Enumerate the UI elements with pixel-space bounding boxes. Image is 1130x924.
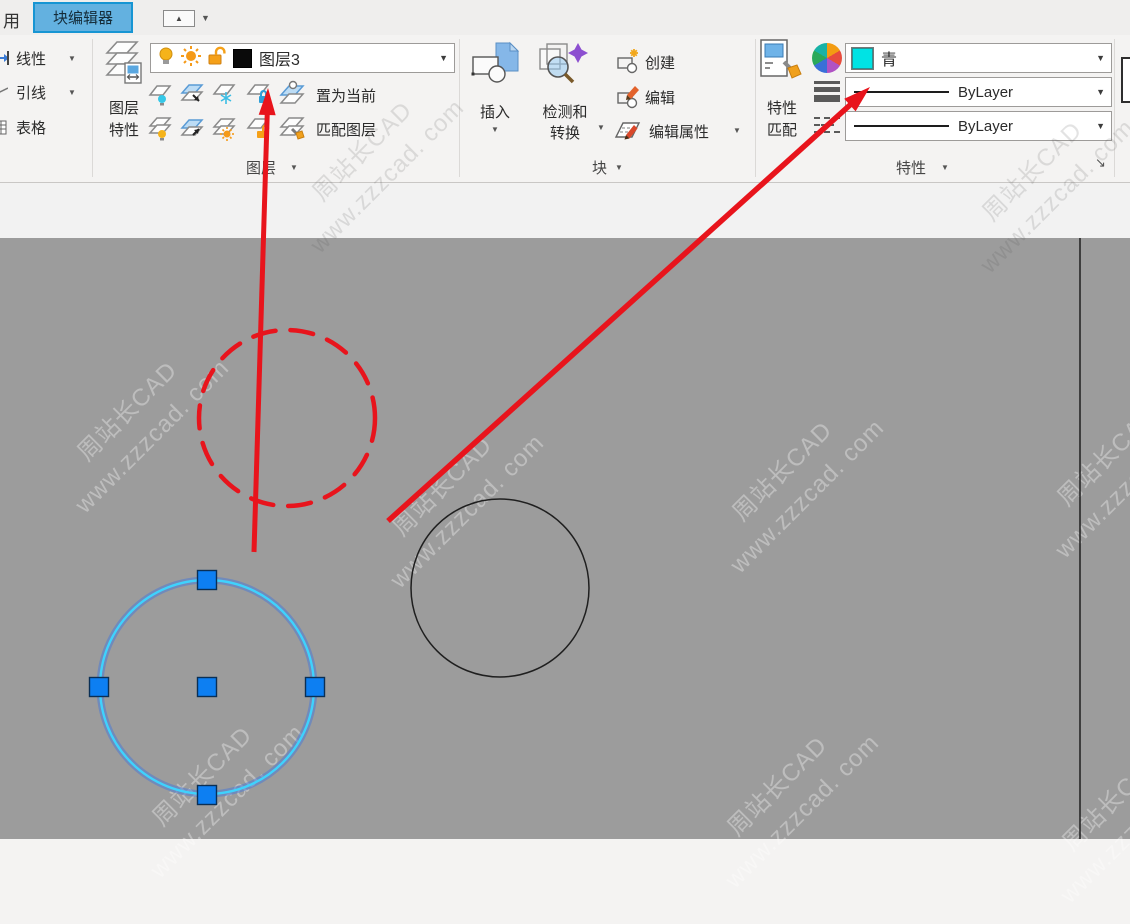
chevron-down-icon[interactable]: ▼	[597, 123, 605, 132]
detect-convert-button[interactable]: 检测和	[536, 101, 594, 122]
lineweight-icon[interactable]	[814, 79, 840, 103]
ribbon-tab-bar: 用 块编辑器 ▲ ▼	[0, 0, 1130, 35]
detect-convert-button-line2[interactable]: 转换	[536, 122, 594, 143]
linear-dimension-icon	[0, 51, 10, 70]
chevron-down-icon[interactable]: ▼	[941, 163, 949, 172]
next-panel-partial-button[interactable]	[1121, 57, 1130, 103]
chevron-down-icon: ▼	[439, 53, 448, 63]
tab-block-editor-label: 块编辑器	[53, 7, 113, 28]
edit-attributes-button[interactable]: 编辑属性	[649, 121, 709, 142]
leader-button[interactable]: 引线	[16, 82, 46, 103]
layer-set-current-button[interactable]	[278, 80, 306, 108]
triangle-up-icon: ▲	[175, 14, 183, 23]
tab-home-partial[interactable]: 用	[3, 7, 20, 32]
block-panel-label[interactable]: 块	[592, 157, 607, 178]
insert-button[interactable]: 插入	[468, 101, 522, 122]
lineweight-value: ByLayer	[958, 84, 1013, 101]
dialog-launcher-icon[interactable]: ↘	[1095, 155, 1106, 171]
linear-button[interactable]: 线性	[16, 48, 46, 69]
set-current-button[interactable]: 置为当前	[316, 85, 376, 106]
layer-properties-button-line2[interactable]: 特性	[103, 119, 145, 140]
ribbon: 线性 ▼ 引线 ▼ 表格 图层 特性	[0, 35, 1130, 183]
detect-convert-icon	[536, 41, 594, 96]
chevron-down-icon[interactable]: ▼	[615, 163, 623, 172]
create-block-icon	[616, 48, 642, 79]
document-area-strip	[0, 183, 1130, 238]
leader-icon	[0, 85, 8, 104]
chevron-down-icon[interactable]: ▼	[491, 125, 499, 134]
linetype-sample	[854, 125, 949, 127]
edit-block-button[interactable]: 编辑	[645, 87, 675, 108]
match-layer-button[interactable]: 匹配图层	[316, 119, 376, 140]
linetype-combo[interactable]: ByLayer ▼	[845, 111, 1112, 141]
layer-properties-button[interactable]: 图层	[103, 97, 145, 118]
tab-block-editor[interactable]: 块编辑器	[33, 2, 133, 33]
ribbon-minimize-options-caret[interactable]: ▼	[201, 13, 210, 23]
color-wheel-icon[interactable]	[812, 43, 842, 73]
object-color-combo[interactable]: 青 ▼	[845, 43, 1112, 73]
chevron-down-icon: ▼	[1096, 121, 1105, 131]
object-color-value: 青	[881, 46, 897, 70]
panel-separator	[459, 39, 460, 177]
edit-block-icon	[616, 83, 642, 114]
layer-match-button[interactable]	[278, 114, 306, 142]
panel-separator	[92, 39, 93, 177]
layer-panel-label[interactable]: 图层	[246, 157, 276, 178]
layer-combo-value: 图层3	[259, 46, 300, 70]
layer-color-swatch	[233, 49, 252, 68]
table-button[interactable]: 表格	[16, 117, 46, 138]
layer-unisolate-button[interactable]	[178, 114, 206, 142]
match-properties-button[interactable]: 特性	[757, 97, 807, 118]
layer-unlock-button[interactable]	[244, 114, 272, 142]
panel-separator	[1114, 39, 1115, 177]
layer-select-combo[interactable]: 图层3 ▼	[150, 43, 455, 73]
match-properties-icon	[757, 38, 807, 91]
panel-separator	[755, 39, 756, 177]
linetype-icon[interactable]	[814, 113, 842, 139]
layer-thaw-button[interactable]	[210, 114, 238, 142]
lineweight-sample	[854, 91, 949, 93]
layer-freeze-button[interactable]	[210, 80, 238, 108]
lineweight-combo[interactable]: ByLayer ▼	[845, 77, 1112, 107]
sun-icon	[180, 46, 202, 71]
layer-properties-icon	[103, 39, 145, 96]
bulb-on-icon	[156, 46, 176, 71]
insert-block-icon	[468, 41, 522, 96]
match-properties-button-line2[interactable]: 匹配	[757, 119, 807, 140]
layer-off-button[interactable]	[146, 80, 174, 108]
edit-attributes-icon	[614, 117, 642, 148]
drawing-canvas[interactable]	[0, 238, 1130, 839]
linetype-value: ByLayer	[958, 118, 1013, 135]
create-block-button[interactable]: 创建	[645, 52, 675, 73]
chevron-down-icon[interactable]: ▼	[733, 126, 741, 135]
layer-lock-button[interactable]	[244, 80, 272, 108]
chevron-down-icon[interactable]: ▼	[290, 163, 298, 172]
layer-on-all-button[interactable]	[146, 114, 174, 142]
properties-panel-label[interactable]: 特性	[896, 157, 926, 178]
chevron-down-icon: ▼	[1096, 87, 1105, 97]
layer-isolate-button[interactable]	[178, 80, 206, 108]
table-icon	[0, 120, 7, 140]
chevron-down-icon[interactable]: ▼	[68, 88, 76, 97]
chevron-down-icon[interactable]: ▼	[68, 54, 76, 63]
ribbon-minimize-button[interactable]: ▲	[163, 10, 195, 27]
unlock-icon	[206, 45, 228, 71]
chevron-down-icon: ▼	[1096, 53, 1105, 63]
color-swatch-cyan	[852, 48, 873, 69]
